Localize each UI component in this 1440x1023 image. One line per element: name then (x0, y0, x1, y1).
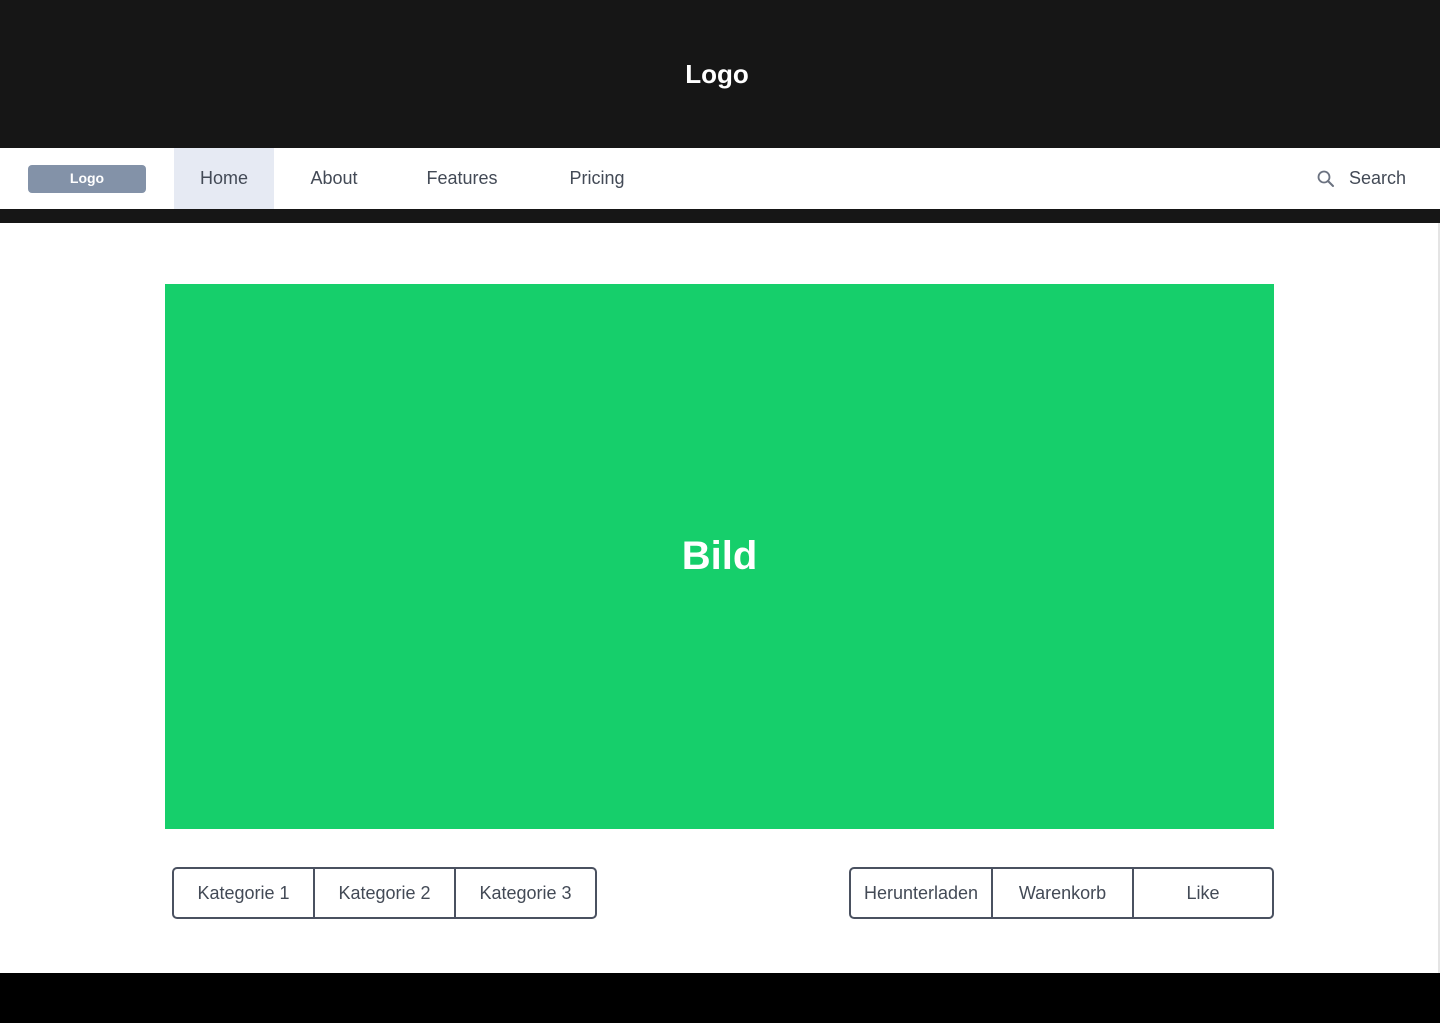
category-2-button[interactable]: Kategorie 2 (315, 869, 456, 917)
hero-image: Bild (165, 284, 1274, 829)
search-label: Search (1349, 168, 1407, 188)
footer (0, 973, 1440, 1023)
navbar: Logo Home About Features Pricing Search (0, 148, 1440, 209)
category-1-button[interactable]: Kategorie 1 (174, 869, 315, 917)
cart-button[interactable]: Warenkorb (993, 869, 1134, 917)
nav-item-home[interactable]: Home (174, 148, 274, 209)
top-header: Logo (0, 0, 1440, 148)
download-button[interactable]: Herunterladen (851, 869, 993, 917)
hero-image-label: Bild (681, 534, 758, 578)
nav-item-pricing[interactable]: Pricing (556, 148, 638, 209)
category-3-button[interactable]: Kategorie 3 (456, 869, 595, 917)
like-button[interactable]: Like (1134, 869, 1272, 917)
nav-item-about[interactable]: About (296, 148, 372, 209)
nav-item-features[interactable]: Features (414, 148, 510, 209)
nav-logo-button[interactable]: Logo (28, 165, 146, 193)
category-button-group: Kategorie 1 Kategorie 2 Kategorie 3 (172, 867, 597, 919)
nav-divider (0, 209, 1440, 223)
action-button-group: Herunterladen Warenkorb Like (849, 867, 1274, 919)
search-icon (1316, 169, 1336, 189)
header-logo[interactable]: Logo (685, 59, 749, 90)
search-field[interactable]: Search (1316, 148, 1406, 209)
